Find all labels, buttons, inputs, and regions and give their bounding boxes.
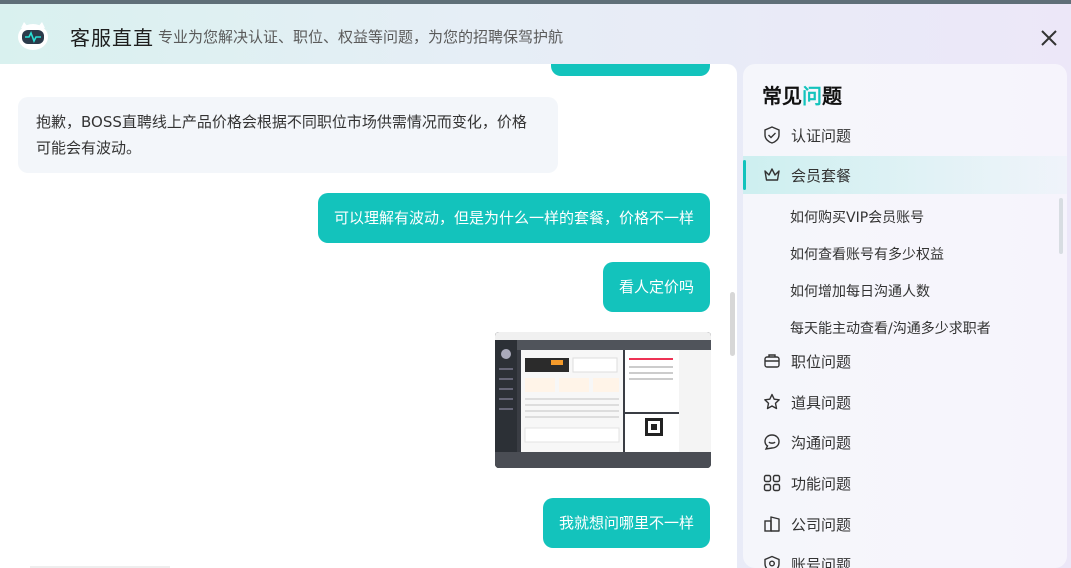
faq-subitem[interactable]: 如何购买VIP会员账号 — [790, 207, 924, 227]
faq-item-certification[interactable]: 认证问题 — [743, 116, 1067, 154]
chat-scrollbar[interactable] — [730, 292, 735, 356]
user-message-bubble: 看人定价吗 — [602, 262, 710, 312]
screenshot-image-message[interactable] — [495, 332, 711, 468]
faq-item-company[interactable]: 公司问题 — [743, 505, 1067, 543]
faq-title-part: 常见 — [762, 84, 802, 108]
faq-sidebar: 常见问题 认证问题 会员套餐 如何购买VIP会员账号 如何查看账号有多少权益 如… — [743, 64, 1067, 568]
close-icon[interactable] — [1037, 26, 1061, 50]
faq-subitem[interactable]: 如何增加每日沟通人数 — [790, 281, 930, 301]
account-icon — [764, 555, 780, 568]
crown-icon — [764, 168, 780, 181]
service-message-bubble: 抱歉，BOSS直聘线上产品价格会根据不同职位市场供需情况而变化，价格可能会有波动… — [18, 97, 558, 173]
user-message-bubble: 可以理解有波动，但是为什么一样的套餐，价格不一样 — [317, 193, 710, 243]
header: 客服直直 专业为您解决认证、职位、权益等问题，为您的招聘保驾护航 — [0, 4, 1071, 64]
faq-item-label: 会员套餐 — [791, 167, 852, 185]
user-message-bubble: 我就想问哪里不一样 — [542, 498, 710, 548]
briefcase-icon — [764, 354, 780, 368]
faq-title-highlight: 问 — [802, 84, 822, 108]
faq-item-props[interactable]: 道具问题 — [743, 383, 1067, 421]
faq-item-label: 公司问题 — [791, 516, 852, 534]
faq-item-label: 账号问题 — [791, 556, 852, 568]
faq-item-features[interactable]: 功能问题 — [743, 464, 1067, 502]
faq-item-label: 沟通问题 — [791, 434, 852, 452]
faq-item-membership[interactable]: 会员套餐 — [743, 156, 1067, 194]
chat-panel[interactable]: 抱歉，BOSS直聘线上产品价格会根据不同职位市场供需情况而变化，价格可能会有波动… — [0, 64, 737, 568]
shield-check-icon — [764, 126, 780, 144]
faq-subitem[interactable]: 如何查看账号有多少权益 — [790, 244, 944, 264]
faq-item-label: 道具问题 — [791, 394, 852, 412]
faq-title: 常见问题 — [762, 80, 842, 109]
faq-item-label: 功能问题 — [791, 475, 852, 493]
chat-bubble-icon — [764, 434, 780, 450]
faq-item-label: 认证问题 — [791, 127, 852, 145]
sidebar-scrollbar[interactable] — [1059, 198, 1063, 254]
previous-message-bubble — [551, 64, 710, 76]
robot-avatar-icon — [18, 22, 48, 50]
grid-icon — [763, 474, 781, 492]
building-icon — [764, 516, 780, 532]
faq-title-part: 题 — [822, 84, 842, 108]
star-icon — [764, 393, 780, 410]
faq-item-communication[interactable]: 沟通问题 — [743, 423, 1067, 461]
faq-subitem[interactable]: 每天能主动查看/沟通多少求职者 — [790, 318, 991, 338]
service-subtitle: 专业为您解决认证、职位、权益等问题，为您的招聘保驾护航 — [158, 28, 564, 46]
faq-item-label: 职位问题 — [791, 353, 852, 371]
service-title: 客服直直 — [70, 26, 154, 50]
faq-item-position[interactable]: 职位问题 — [743, 342, 1067, 380]
faq-item-account[interactable]: 账号问题 — [743, 545, 1067, 568]
